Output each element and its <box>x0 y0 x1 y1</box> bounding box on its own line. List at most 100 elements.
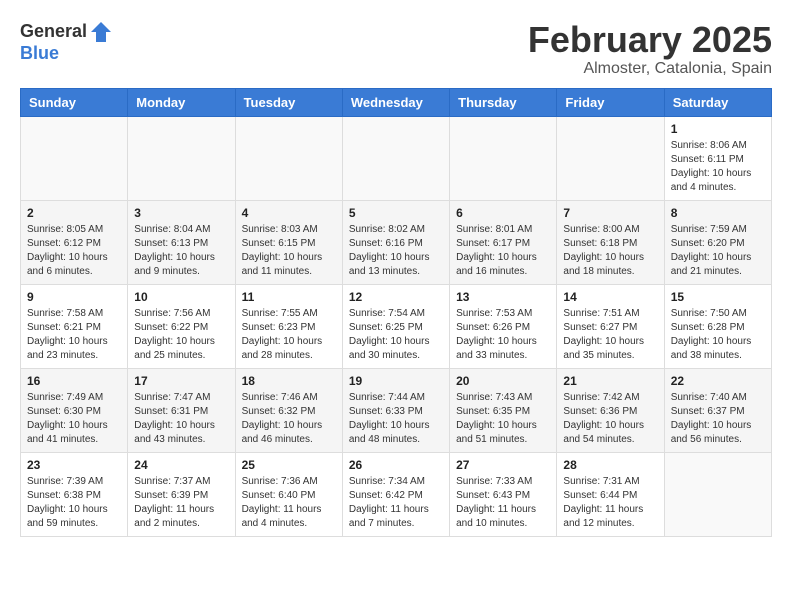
day-cell: 1 Sunrise: 8:06 AM Sunset: 6:11 PM Daylig… <box>664 116 771 200</box>
day-number: 25 <box>242 458 336 472</box>
day-info: Sunrise: 7:43 AM Sunset: 6:35 PM Dayligh… <box>456 391 550 447</box>
week-row-4: 16 Sunrise: 7:49 AM Sunset: 6:30 PM Dayli… <box>21 368 772 452</box>
day-cell: 23 Sunrise: 7:39 AM Sunset: 6:38 PM Dayli… <box>21 452 128 536</box>
day-info: Sunrise: 8:03 AM Sunset: 6:15 PM Dayligh… <box>242 223 336 279</box>
day-info: Sunrise: 7:46 AM Sunset: 6:32 PM Dayligh… <box>242 391 336 447</box>
day-info: Sunrise: 8:05 AM Sunset: 6:12 PM Dayligh… <box>27 223 121 279</box>
day-info: Sunrise: 8:00 AM Sunset: 6:18 PM Dayligh… <box>563 223 657 279</box>
day-info: Sunrise: 7:40 AM Sunset: 6:37 PM Dayligh… <box>671 391 765 447</box>
day-cell <box>21 116 128 200</box>
day-info: Sunrise: 7:59 AM Sunset: 6:20 PM Dayligh… <box>671 223 765 279</box>
day-cell: 19 Sunrise: 7:44 AM Sunset: 6:33 PM Dayli… <box>342 368 449 452</box>
logo-icon <box>89 20 113 44</box>
day-info: Sunrise: 8:06 AM Sunset: 6:11 PM Dayligh… <box>671 139 765 195</box>
day-number: 22 <box>671 374 765 388</box>
day-info: Sunrise: 7:37 AM Sunset: 6:39 PM Dayligh… <box>134 475 228 531</box>
day-cell: 9Sunrise: 7:58 AM Sunset: 6:21 PM Daylig… <box>21 284 128 368</box>
day-number: 5 <box>349 206 443 220</box>
day-number: 24 <box>134 458 228 472</box>
day-number: 26 <box>349 458 443 472</box>
day-cell: 3 Sunrise: 8:04 AM Sunset: 6:13 PM Daylig… <box>128 200 235 284</box>
day-cell: 18 Sunrise: 7:46 AM Sunset: 6:32 PM Dayli… <box>235 368 342 452</box>
day-cell: 14Sunrise: 7:51 AM Sunset: 6:27 PM Dayli… <box>557 284 664 368</box>
day-number: 3 <box>134 206 228 220</box>
day-info: Sunrise: 8:01 AM Sunset: 6:17 PM Dayligh… <box>456 223 550 279</box>
day-info: Sunrise: 7:49 AM Sunset: 6:30 PM Dayligh… <box>27 391 121 447</box>
day-cell <box>235 116 342 200</box>
weekday-saturday: Saturday <box>664 88 771 116</box>
day-number: 8 <box>671 206 765 220</box>
day-number: 7 <box>563 206 657 220</box>
header: General Blue February 2025 Almoster, Cat… <box>20 20 772 78</box>
calendar: SundayMondayTuesdayWednesdayThursdayFrid… <box>20 88 772 537</box>
month-title: February 2025 <box>528 20 772 60</box>
day-cell: 13 Sunrise: 7:53 AM Sunset: 6:26 PM Dayli… <box>450 284 557 368</box>
weekday-friday: Friday <box>557 88 664 116</box>
day-info: Sunrise: 7:33 AM Sunset: 6:43 PM Dayligh… <box>456 475 550 531</box>
day-info: Sunrise: 7:44 AM Sunset: 6:33 PM Dayligh… <box>349 391 443 447</box>
day-number: 16 <box>27 374 121 388</box>
day-cell: 28 Sunrise: 7:31 AM Sunset: 6:44 PM Dayli… <box>557 452 664 536</box>
day-number: 10 <box>134 290 228 304</box>
day-cell: 24 Sunrise: 7:37 AM Sunset: 6:39 PM Dayli… <box>128 452 235 536</box>
day-info: Sunrise: 7:50 AM Sunset: 6:28 PM Dayligh… <box>671 307 765 363</box>
location-title: Almoster, Catalonia, Spain <box>528 60 772 78</box>
day-number: 27 <box>456 458 550 472</box>
day-number: 21 <box>563 374 657 388</box>
day-cell: 7 Sunrise: 8:00 AM Sunset: 6:18 PM Daylig… <box>557 200 664 284</box>
day-number: 6 <box>456 206 550 220</box>
day-cell: 17 Sunrise: 7:47 AM Sunset: 6:31 PM Dayli… <box>128 368 235 452</box>
weekday-wednesday: Wednesday <box>342 88 449 116</box>
week-row-2: 2 Sunrise: 8:05 AM Sunset: 6:12 PM Daylig… <box>21 200 772 284</box>
day-info: Sunrise: 7:56 AM Sunset: 6:22 PM Dayligh… <box>134 307 228 363</box>
day-number: 19 <box>349 374 443 388</box>
day-cell: 22 Sunrise: 7:40 AM Sunset: 6:37 PM Dayli… <box>664 368 771 452</box>
logo: General Blue <box>20 20 113 64</box>
day-cell: 21 Sunrise: 7:42 AM Sunset: 6:36 PM Dayli… <box>557 368 664 452</box>
day-cell <box>128 116 235 200</box>
day-cell: 11 Sunrise: 7:55 AM Sunset: 6:23 PM Dayli… <box>235 284 342 368</box>
day-info: Sunrise: 7:34 AM Sunset: 6:42 PM Dayligh… <box>349 475 443 531</box>
day-info: Sunrise: 7:31 AM Sunset: 6:44 PM Dayligh… <box>563 475 657 531</box>
title-area: February 2025 Almoster, Catalonia, Spain <box>528 20 772 78</box>
day-cell <box>664 452 771 536</box>
day-cell: 16 Sunrise: 7:49 AM Sunset: 6:30 PM Dayli… <box>21 368 128 452</box>
day-number: 18 <box>242 374 336 388</box>
weekday-header-row: SundayMondayTuesdayWednesdayThursdayFrid… <box>21 88 772 116</box>
week-row-3: 9Sunrise: 7:58 AM Sunset: 6:21 PM Daylig… <box>21 284 772 368</box>
day-number: 17 <box>134 374 228 388</box>
day-info: Sunrise: 7:54 AM Sunset: 6:25 PM Dayligh… <box>349 307 443 363</box>
day-number: 11 <box>242 290 336 304</box>
day-info: Sunrise: 7:58 AM Sunset: 6:21 PM Dayligh… <box>27 307 121 363</box>
week-row-5: 23 Sunrise: 7:39 AM Sunset: 6:38 PM Dayli… <box>21 452 772 536</box>
day-info: Sunrise: 8:04 AM Sunset: 6:13 PM Dayligh… <box>134 223 228 279</box>
logo-blue: Blue <box>20 44 113 64</box>
day-cell: 25 Sunrise: 7:36 AM Sunset: 6:40 PM Dayli… <box>235 452 342 536</box>
day-info: Sunrise: 7:42 AM Sunset: 6:36 PM Dayligh… <box>563 391 657 447</box>
day-cell: 27 Sunrise: 7:33 AM Sunset: 6:43 PM Dayli… <box>450 452 557 536</box>
weekday-tuesday: Tuesday <box>235 88 342 116</box>
day-number: 2 <box>27 206 121 220</box>
weekday-thursday: Thursday <box>450 88 557 116</box>
day-info: Sunrise: 7:47 AM Sunset: 6:31 PM Dayligh… <box>134 391 228 447</box>
day-cell <box>450 116 557 200</box>
day-number: 4 <box>242 206 336 220</box>
day-number: 28 <box>563 458 657 472</box>
day-cell: 8 Sunrise: 7:59 AM Sunset: 6:20 PM Daylig… <box>664 200 771 284</box>
day-cell: 2 Sunrise: 8:05 AM Sunset: 6:12 PM Daylig… <box>21 200 128 284</box>
day-number: 23 <box>27 458 121 472</box>
week-row-1: 1 Sunrise: 8:06 AM Sunset: 6:11 PM Daylig… <box>21 116 772 200</box>
day-cell <box>342 116 449 200</box>
day-number: 1 <box>671 122 765 136</box>
day-info: Sunrise: 7:39 AM Sunset: 6:38 PM Dayligh… <box>27 475 121 531</box>
day-info: Sunrise: 7:51 AM Sunset: 6:27 PM Dayligh… <box>563 307 657 363</box>
day-cell: 26 Sunrise: 7:34 AM Sunset: 6:42 PM Dayli… <box>342 452 449 536</box>
weekday-sunday: Sunday <box>21 88 128 116</box>
day-info: Sunrise: 7:53 AM Sunset: 6:26 PM Dayligh… <box>456 307 550 363</box>
day-number: 13 <box>456 290 550 304</box>
day-info: Sunrise: 7:55 AM Sunset: 6:23 PM Dayligh… <box>242 307 336 363</box>
weekday-monday: Monday <box>128 88 235 116</box>
day-cell: 6 Sunrise: 8:01 AM Sunset: 6:17 PM Daylig… <box>450 200 557 284</box>
day-info: Sunrise: 7:36 AM Sunset: 6:40 PM Dayligh… <box>242 475 336 531</box>
logo-general: General <box>20 22 87 42</box>
